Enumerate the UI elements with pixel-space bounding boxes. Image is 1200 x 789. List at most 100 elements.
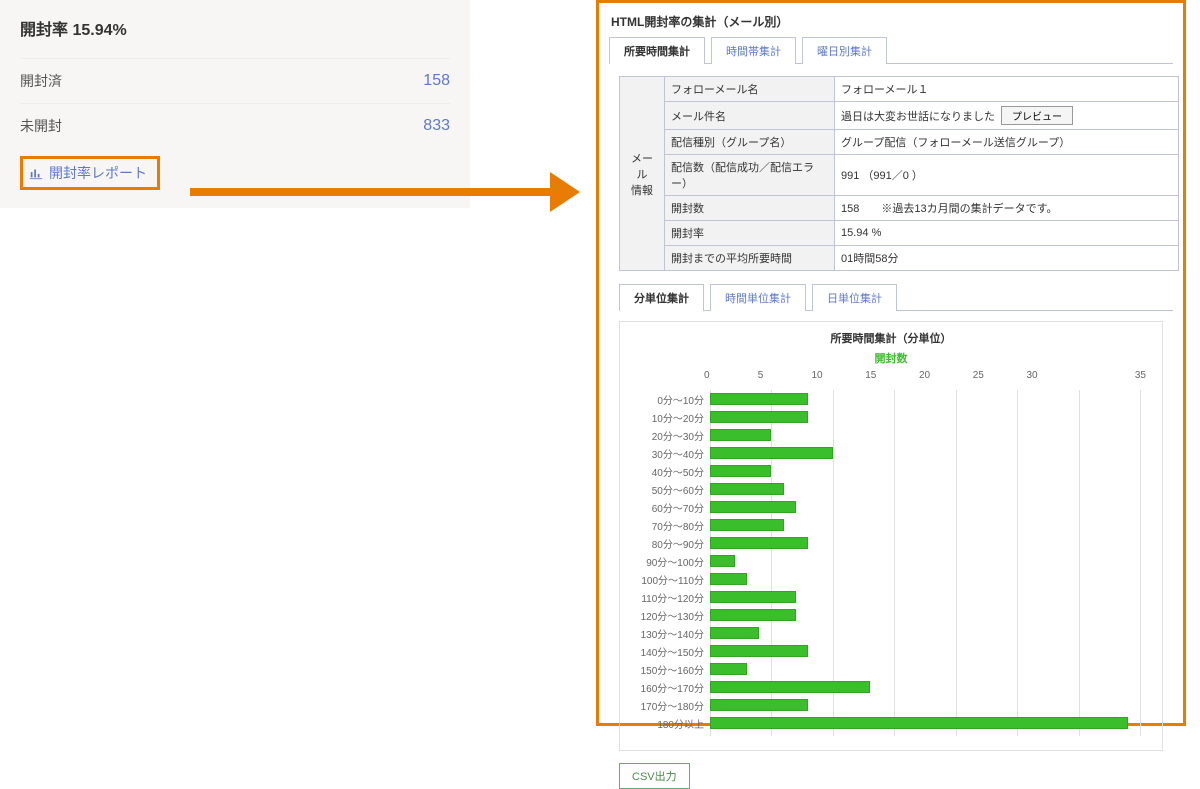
axis-tick: 25 bbox=[973, 370, 984, 381]
bar-fill bbox=[710, 483, 784, 495]
tab-分単位集計[interactable]: 分単位集計 bbox=[619, 284, 704, 311]
bar-fill bbox=[710, 663, 747, 675]
axis-tick: 0 bbox=[704, 370, 710, 381]
stat-value-opened: 158 bbox=[423, 72, 450, 90]
bar-fill bbox=[710, 699, 808, 711]
bar-label: 150分～160分 bbox=[630, 662, 710, 677]
bar-fill bbox=[710, 393, 808, 405]
bar-row: 120分～130分 bbox=[630, 606, 1140, 624]
info-label: 開封までの平均所要時間 bbox=[665, 246, 835, 271]
bar-fill bbox=[710, 627, 759, 639]
info-value: フォローメール１ bbox=[835, 77, 1179, 102]
bar-label: 180分以上 bbox=[630, 716, 710, 731]
report-link-label: 開封率レポート bbox=[49, 163, 147, 183]
axis-tick: 35 bbox=[1135, 370, 1146, 381]
bar-label: 40分～50分 bbox=[630, 464, 710, 479]
bar-chart-icon bbox=[29, 166, 43, 180]
bar-row: 140分～150分 bbox=[630, 642, 1140, 660]
chart-title: 所要時間集計（分単位） bbox=[630, 330, 1152, 346]
stat-label-unopened: 未開封 bbox=[20, 116, 62, 136]
open-rate-report-link[interactable]: 開封率レポート bbox=[20, 156, 160, 190]
bar-row: 0分～10分 bbox=[630, 390, 1140, 408]
open-rate-title: 開封率 15.94% bbox=[20, 16, 450, 40]
bar-fill bbox=[710, 591, 796, 603]
axis-tick: 15 bbox=[865, 370, 876, 381]
info-label: 開封数 bbox=[665, 196, 835, 221]
bar-row: 150分～160分 bbox=[630, 660, 1140, 678]
bar-fill bbox=[710, 501, 796, 513]
bar-fill bbox=[710, 447, 833, 459]
tabs-primary: 所要時間集計時間帯集計曜日別集計 bbox=[609, 36, 1173, 64]
bar-row: 100分～110分 bbox=[630, 570, 1140, 588]
bar-label: 140分～150分 bbox=[630, 644, 710, 659]
stat-unopened: 未開封 833 bbox=[20, 103, 450, 148]
bar-row: 170分～180分 bbox=[630, 696, 1140, 714]
chart: 05101520253035 0分～10分10分～20分20分～30分30分～4… bbox=[630, 370, 1150, 740]
bar-fill bbox=[710, 609, 796, 621]
tab-日単位集計[interactable]: 日単位集計 bbox=[812, 284, 897, 311]
tab-曜日別集計[interactable]: 曜日別集計 bbox=[802, 37, 887, 64]
chart-legend: 開封数 bbox=[630, 350, 1152, 366]
bar-fill bbox=[710, 411, 808, 423]
mail-info-table: メール情報フォローメール名フォローメール１メール件名過日は大変お世話になりました… bbox=[619, 76, 1179, 271]
bar-row: 130分～140分 bbox=[630, 624, 1140, 642]
bar-label: 90分～100分 bbox=[630, 554, 710, 569]
bar-fill bbox=[710, 681, 870, 693]
info-value: 01時間58分 bbox=[835, 246, 1179, 271]
bar-label: 170分～180分 bbox=[630, 698, 710, 713]
bar-label: 0分～10分 bbox=[630, 392, 710, 407]
csv-export-button[interactable]: CSV出力 bbox=[619, 763, 690, 789]
axis-tick: 20 bbox=[919, 370, 930, 381]
bar-fill bbox=[710, 555, 735, 567]
bar-row: 180分以上 bbox=[630, 714, 1140, 732]
bar-row: 60分～70分 bbox=[630, 498, 1140, 516]
bar-row: 50分～60分 bbox=[630, 480, 1140, 498]
bar-label: 130分～140分 bbox=[630, 626, 710, 641]
bar-row: 20分～30分 bbox=[630, 426, 1140, 444]
panel-title: HTML開封率の集計（メール別） bbox=[611, 13, 1173, 30]
info-value: 991 （991／0 ） bbox=[835, 155, 1179, 196]
preview-button[interactable]: プレビュー bbox=[1001, 106, 1073, 125]
bar-label: 160分～170分 bbox=[630, 680, 710, 695]
bar-label: 30分～40分 bbox=[630, 446, 710, 461]
info-side-header: メール情報 bbox=[620, 77, 665, 271]
axis-tick: 10 bbox=[812, 370, 823, 381]
stat-value-unopened: 833 bbox=[423, 117, 450, 135]
bar-row: 10分～20分 bbox=[630, 408, 1140, 426]
open-rate-report-panel: HTML開封率の集計（メール別） 所要時間集計時間帯集計曜日別集計 メール情報フ… bbox=[596, 0, 1186, 726]
tab-時間帯集計[interactable]: 時間帯集計 bbox=[711, 37, 796, 64]
stat-opened: 開封済 158 bbox=[20, 58, 450, 103]
bar-row: 90分～100分 bbox=[630, 552, 1140, 570]
bar-label: 20分～30分 bbox=[630, 428, 710, 443]
bar-label: 70分～80分 bbox=[630, 518, 710, 533]
stat-label-opened: 開封済 bbox=[20, 71, 62, 91]
bar-fill bbox=[710, 429, 771, 441]
bar-fill bbox=[710, 717, 1128, 729]
info-label: 開封率 bbox=[665, 221, 835, 246]
info-value: 過日は大変お世話になりましたプレビュー bbox=[835, 102, 1179, 130]
bar-row: 40分～50分 bbox=[630, 462, 1140, 480]
bar-fill bbox=[710, 465, 771, 477]
bar-label: 80分～90分 bbox=[630, 536, 710, 551]
axis-tick: 30 bbox=[1027, 370, 1038, 381]
bar-label: 10分～20分 bbox=[630, 410, 710, 425]
bar-row: 80分～90分 bbox=[630, 534, 1140, 552]
bar-label: 110分～120分 bbox=[630, 590, 710, 605]
bar-label: 50分～60分 bbox=[630, 482, 710, 497]
bar-label: 100分～110分 bbox=[630, 572, 710, 587]
bar-row: 110分～120分 bbox=[630, 588, 1140, 606]
bar-label: 60分～70分 bbox=[630, 500, 710, 515]
open-rate-summary: 開封率 15.94% 開封済 158 未開封 833 開封率レポート bbox=[0, 0, 470, 208]
bar-fill bbox=[710, 573, 747, 585]
tabs-secondary: 分単位集計時間単位集計日単位集計 bbox=[619, 283, 1173, 311]
bar-fill bbox=[710, 537, 808, 549]
tab-所要時間集計[interactable]: 所要時間集計 bbox=[609, 37, 705, 64]
info-value: 158 ※過去13カ月間の集計データです。 bbox=[835, 196, 1179, 221]
info-label: 配信種別（グループ名） bbox=[665, 130, 835, 155]
bar-fill bbox=[710, 519, 784, 531]
tab-時間単位集計[interactable]: 時間単位集計 bbox=[710, 284, 806, 311]
bar-fill bbox=[710, 645, 808, 657]
info-label: メール件名 bbox=[665, 102, 835, 130]
arrow-annotation bbox=[190, 178, 590, 208]
info-label: 配信数（配信成功／配信エラー） bbox=[665, 155, 835, 196]
